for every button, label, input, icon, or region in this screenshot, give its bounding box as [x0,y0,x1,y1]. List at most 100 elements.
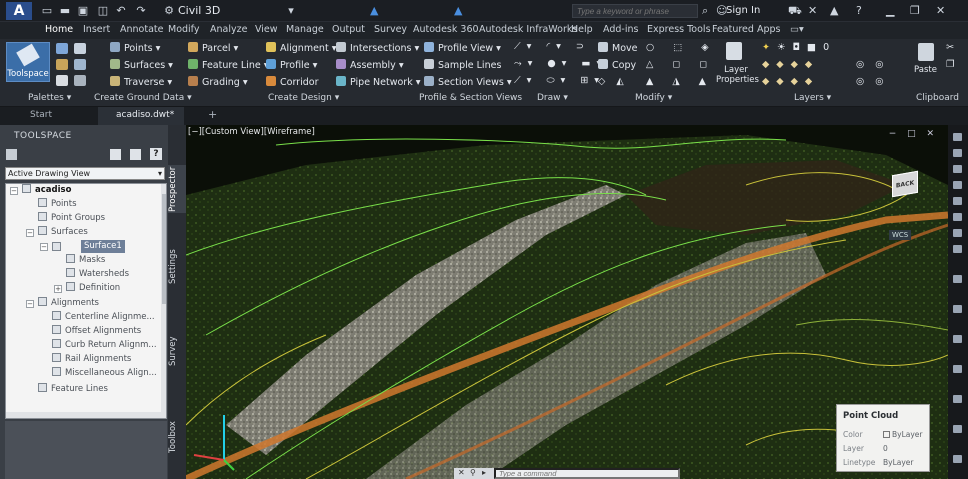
help-icon[interactable]: ? [856,4,862,17]
osnap-icon[interactable] [953,455,962,463]
layer-control[interactable]: ✦ ☀ ◘ ■ 0 [762,42,831,53]
surfaces-button[interactable]: Surfaces ▾ [110,59,173,71]
tab-help[interactable]: Help [571,24,593,35]
isolate-icon[interactable] [953,335,962,343]
tree-horizontal-scrollbar[interactable] [6,412,161,418]
help-icon[interactable]: ? [150,148,162,160]
tree-node-points[interactable]: Points [38,198,77,211]
expand-toggle[interactable]: + [54,285,62,293]
panel-title-modify[interactable]: Modify ▾ [635,93,672,103]
showmotion-icon[interactable] [953,197,962,205]
command-history-icon[interactable]: ▸ [482,468,486,477]
sign-in-link[interactable]: Sign In [726,5,760,16]
tab-featured-apps[interactable]: Featured Apps [712,24,780,35]
collapse-toggle[interactable]: − [26,300,34,308]
save-icon[interactable]: ▣ [76,4,90,18]
tab-express-tools[interactable]: Express Tools [647,24,711,35]
command-input[interactable] [494,468,680,479]
scroll-thumb[interactable] [162,194,166,304]
intersections-button[interactable]: Intersections ▾ [336,42,419,54]
ribbon-options-icon[interactable]: ▭▾ [790,24,804,35]
points-button[interactable]: Points ▾ [110,42,160,54]
tree-node-feature-lines[interactable]: Feature Lines [38,383,108,396]
tree-node-rail[interactable]: Rail Alignments [52,353,131,366]
new-tab-button[interactable]: + [208,108,217,121]
restore-icon[interactable]: ❐ [910,4,920,17]
polar-icon[interactable] [953,425,962,433]
tree-node-root[interactable]: acadiso [22,184,71,197]
modify-tools[interactable]: ◇ ◭ [598,76,628,87]
orbit-icon[interactable] [953,165,962,173]
toolspace-item-view-icon[interactable] [130,149,141,160]
panel-title-layers[interactable]: Layers ▾ [794,93,831,103]
tab-home[interactable]: Home [45,24,73,35]
print-icon[interactable]: ◫ [96,4,110,18]
move-button[interactable]: Move [598,42,637,54]
profile-button[interactable]: Profile ▾ [266,59,317,71]
tree-node-point-groups[interactable]: Point Groups [38,212,105,225]
collapse-toggle[interactable]: − [40,243,48,251]
copy-clip-icon[interactable]: ❐ [946,59,955,70]
tab-analyze[interactable]: Analyze [210,24,247,35]
palette-icon[interactable] [74,43,86,54]
drawing-viewport[interactable]: [−][Custom View][Wireframe] − □ ✕ BACK W… [186,125,948,479]
tree-node-alignments[interactable]: Alignments [38,297,99,310]
panel-title-draw[interactable]: Draw ▾ [537,93,568,103]
tab-settings[interactable]: Settings [168,247,186,287]
draw-tools-row3[interactable]: ⟋▾ ⬭▾ ⊞▾ [514,75,605,86]
minimize-icon[interactable]: ▁ [886,4,894,17]
sheet-set-icon[interactable] [56,75,68,86]
layer-walk-icon[interactable] [953,305,962,313]
properties-icon[interactable] [56,43,68,54]
parcel-button[interactable]: Parcel ▾ [188,42,238,54]
snap-icon[interactable] [953,365,962,373]
tab-survey[interactable]: Survey [374,24,407,35]
tab-annotate[interactable]: Annotate [120,24,163,35]
zoom-icon[interactable] [953,133,962,141]
cut-icon[interactable]: ✂ [946,42,954,53]
grading-button[interactable]: Grading ▾ [188,76,248,88]
tab-output[interactable]: Output [332,24,365,35]
search-icon[interactable]: ⌕ [702,4,708,18]
tab-add-ins[interactable]: Add-ins [603,24,638,35]
toolspace-refresh-icon[interactable] [110,149,121,160]
tab-autodesk-360[interactable]: Autodesk 360 [413,24,479,35]
collapse-toggle[interactable]: − [26,229,34,237]
zoom-extents-icon[interactable] [953,213,962,221]
panel-title-ground-data[interactable]: Create Ground Data ▾ [94,93,192,103]
redo-icon[interactable]: ↷ [134,4,148,18]
ortho-icon[interactable] [953,395,962,403]
pipe-network-button[interactable]: Pipe Network ▾ [336,76,421,88]
markup-icon[interactable] [74,75,86,86]
layer-tools-col2b[interactable]: ◎ ◎ [856,76,888,87]
start-tab[interactable]: Start [30,110,52,120]
viewport-window-controls[interactable]: − □ ✕ [889,129,938,139]
workspace-gear-icon[interactable]: ⚙ [162,4,176,18]
app-menu-button[interactable]: A [6,2,32,20]
sample-lines-button[interactable]: Sample Lines [424,59,501,71]
tab-modify[interactable]: Modify [168,24,199,35]
open-icon[interactable]: ▬ [58,4,72,18]
command-close-icon[interactable]: ✕ [458,468,465,477]
modify-tools-col2b[interactable]: △ ◻ ◻ [646,59,715,70]
layer-value[interactable]: 0 [883,444,888,453]
tree-vertical-scrollbar[interactable] [161,184,166,418]
modify-tools-col2[interactable]: ○ ⬚ ◈ [646,42,717,53]
draw-tools-row2[interactable]: ⤳▾ ●▾ ▬▾ [514,58,607,69]
tree-node-surfaces[interactable]: Surfaces [38,226,88,239]
panel-title-create-design[interactable]: Create Design ▾ [268,93,339,103]
tab-survey[interactable]: Survey [168,333,186,369]
linetype-value[interactable]: ByLayer [883,458,914,467]
zoom-window-icon[interactable] [953,229,962,237]
wcs-menu[interactable]: WCS [889,230,912,240]
tree-node-surface1[interactable]: Surface1 [81,240,125,253]
pan-icon[interactable] [953,149,962,157]
cart-icon[interactable]: ⛟ [788,4,802,19]
tree-node-offset[interactable]: Offset Alignments [52,325,141,338]
tab-autodesk-infraworks[interactable]: Autodesk InfraWorks [479,24,577,35]
viewcube[interactable]: BACK [892,170,918,198]
workspace-dropdown-icon[interactable]: ▾ [284,4,298,18]
tab-prospector[interactable]: Prospector [168,165,186,213]
tree-node-centerline[interactable]: Centerline Alignme... [52,311,155,324]
command-settings-icon[interactable]: ⚲ [470,468,476,477]
